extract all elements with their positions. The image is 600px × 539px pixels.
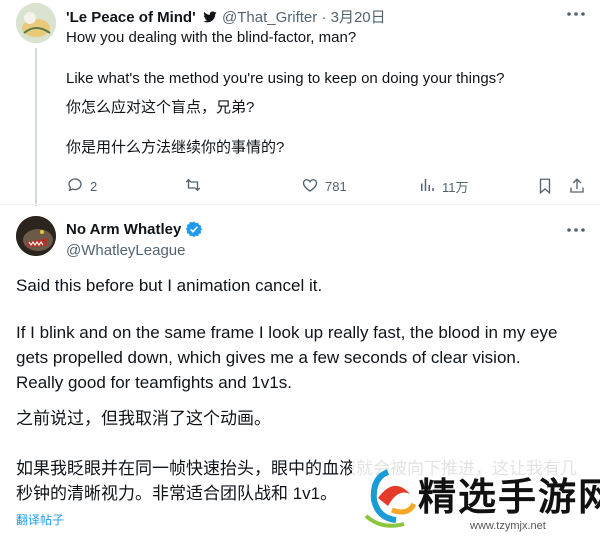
main-avatar[interactable] — [16, 216, 56, 256]
main-text-line: If I blink and on the same frame I look … — [16, 323, 558, 342]
main-handle[interactable]: @WhatleyLeague — [66, 242, 185, 259]
reply-action-bar: 2 781 11万 — [66, 174, 590, 198]
reply-text-line: How you dealing with the blind-factor, m… — [66, 29, 357, 46]
reply-text-line: Like what's the method you're using to k… — [66, 70, 505, 87]
verified-badge-icon — [185, 220, 203, 238]
reply-count: 2 — [90, 178, 98, 194]
reply-separator: · — [321, 9, 327, 26]
like-count: 781 — [325, 178, 347, 194]
reply-text-line: 你怎么应对这个盲点，兄弟? — [66, 99, 255, 116]
more-icon[interactable] — [564, 218, 588, 242]
reply-text-line: 你是用什么方法继续你的事情的? — [66, 139, 285, 156]
watermark-url: www.tzymjx.net — [470, 520, 546, 532]
main-text-line: Really good for teamfights and 1v1s. — [16, 373, 292, 392]
thread-line — [35, 48, 37, 206]
main-text-line: gets propelled down, which gives me a fe… — [16, 348, 521, 367]
bookmark-icon[interactable] — [536, 174, 554, 198]
main-display-name[interactable]: No Arm Whatley — [66, 221, 181, 238]
share-icon[interactable] — [568, 174, 586, 198]
reply-button[interactable]: 2 — [66, 174, 97, 198]
main-text-line: 秒钟的清晰视力。非常适合团队战和 1v1。 — [16, 484, 338, 503]
like-button[interactable]: 781 — [301, 174, 347, 198]
main-header: No Arm Whatley — [66, 220, 203, 238]
reply-display-name[interactable]: 'Le Peace of Mind' — [66, 9, 196, 26]
main-text-line: Said this before but I animation cancel … — [16, 276, 323, 295]
more-icon[interactable] — [564, 2, 588, 26]
watermark-title: 精选手游网 — [418, 477, 600, 519]
tweet-divider — [0, 204, 600, 205]
reply-handle[interactable]: @That_Grifter — [222, 9, 317, 26]
verified-badge-icon — [202, 9, 218, 29]
views-button[interactable]: 11万 — [418, 174, 469, 198]
reply-header: 'Le Peace of Mind' @That_Grifter · 3月20日 — [66, 6, 386, 29]
repost-icon — [184, 176, 202, 197]
repost-button[interactable] — [184, 174, 208, 198]
like-icon — [301, 176, 319, 197]
reply-date[interactable]: 3月20日 — [331, 9, 386, 26]
views-icon — [418, 176, 436, 197]
views-count: 11万 — [442, 179, 469, 195]
translate-link[interactable]: 翻译帖子 — [16, 511, 64, 528]
reply-icon — [66, 176, 84, 197]
main-text-line: 之前说过，但我取消了这个动画。 — [16, 409, 271, 428]
reply-avatar[interactable] — [16, 3, 56, 43]
